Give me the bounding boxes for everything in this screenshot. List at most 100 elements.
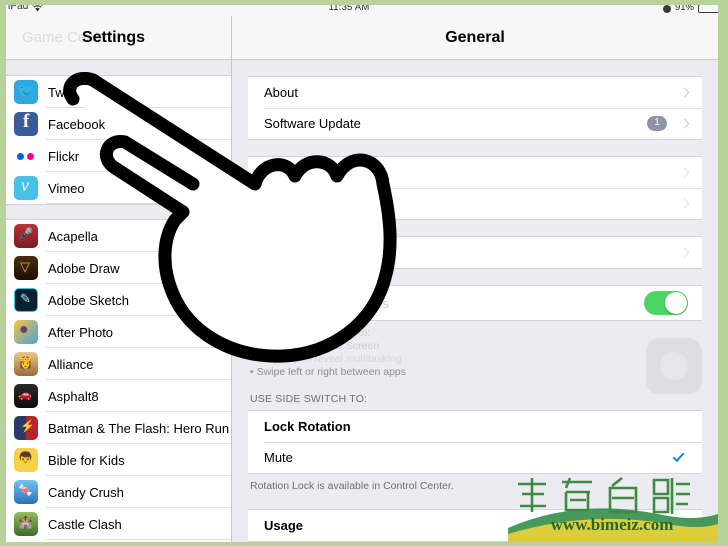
sidebar-title: Settings: [81, 29, 146, 46]
sidebar-item-label: Adobe Draw: [48, 260, 120, 276]
row-lock-rotation[interactable]: Lock Rotation: [248, 411, 702, 442]
bible-for-kids-app-icon: [14, 448, 38, 472]
asphalt8-app-icon: [14, 384, 38, 408]
sidebar-item-label: Candy Crush: [48, 484, 124, 500]
row-label: Siri: [264, 165, 283, 180]
sidebar-group-gap: [6, 204, 231, 220]
sidebar-item-flickr[interactable]: Flickr: [6, 140, 231, 172]
batman-flash-app-icon: [14, 416, 38, 440]
accessibility-group: Accessibility: [248, 236, 702, 269]
sidebar-item-label: Adobe Sketch: [48, 292, 129, 308]
side-switch-group: Lock Rotation Mute: [248, 410, 702, 474]
checkmark-icon: [672, 449, 685, 463]
sidebar-item-twitter[interactable]: Twitter: [6, 76, 231, 108]
sidebar-item-label: Acapella: [48, 228, 98, 244]
sidebar-item-vimeo[interactable]: Vimeo: [6, 172, 231, 204]
row-accessibility[interactable]: Accessibility: [248, 237, 702, 268]
chevron-right-icon: [679, 87, 690, 98]
twitter-icon: [14, 80, 38, 104]
row-siri[interactable]: Siri: [248, 157, 702, 188]
castle-clash-app-icon: [14, 512, 38, 536]
side-switch-footer: Rotation Lock is available in Control Ce…: [250, 480, 454, 492]
chevron-right-icon: [679, 118, 690, 129]
multitasking-group: Multitasking Gestures: [248, 285, 702, 321]
adobe-draw-app-icon: [14, 256, 38, 280]
sidebar-item-adobe-draw[interactable]: Adobe Draw: [6, 252, 231, 284]
footer-line: • Swipe left or right between apps: [250, 366, 407, 378]
candy-crush-app-icon: [14, 480, 38, 504]
sidebar-item-label: Bible for Kids: [48, 452, 125, 468]
status-badge: 1: [647, 116, 667, 131]
chevron-right-icon: [679, 167, 690, 178]
page-title: General: [445, 29, 505, 46]
acapella-app-icon: [14, 224, 38, 248]
battery-icon: [698, 4, 722, 13]
sidebar-item-bible-for-kids[interactable]: Bible for Kids: [6, 444, 231, 476]
alarm-clock-icon: [662, 4, 671, 13]
sidebar-item-candy-crush[interactable]: Candy Crush: [6, 476, 231, 508]
sidebar-item-label: After Photo: [48, 324, 114, 340]
row-label: Lock Rotation: [264, 419, 351, 434]
sidebar-item-castle-clash[interactable]: Castle Clash: [6, 508, 231, 540]
row-label: About: [264, 85, 298, 100]
row-mute[interactable]: Mute: [248, 442, 702, 473]
row-spotlight-search[interactable]: Spotlight Search: [248, 188, 702, 219]
sidebar-item-asphalt8[interactable]: Asphalt8: [6, 380, 231, 412]
alliance-app-icon: [14, 352, 38, 376]
row-label: Accessibility: [264, 245, 335, 260]
general-detail-pane: General About Software Update 1 Siri Spo…: [232, 16, 718, 546]
sidebar-item-label: Twitter: [48, 84, 87, 100]
row-usage[interactable]: Usage: [248, 510, 702, 541]
frame-left: [0, 0, 6, 546]
footer-line: Use four or five fingers to:: [250, 327, 371, 339]
adobe-sketch-app-icon: [14, 288, 38, 312]
row-multitasking-gestures[interactable]: Multitasking Gestures: [248, 286, 702, 320]
frame-right: [718, 0, 728, 546]
ipad-settings-screen: Game Center Settings Twitter Facebook Fl…: [0, 0, 728, 546]
detail-navbar: General: [232, 16, 718, 60]
frame-top: [0, 0, 728, 5]
sidebar-item-batman-flash[interactable]: Batman & The Flash: Hero Run: [6, 412, 231, 444]
settings-sidebar: Game Center Settings Twitter Facebook Fl…: [6, 16, 232, 546]
multitasking-gestures-toggle[interactable]: [644, 291, 688, 315]
row-label: Usage: [264, 518, 304, 533]
sidebar-item-label: Alliance: [48, 356, 94, 372]
footer-line: • Swipe up to reveal multitasking: [250, 353, 402, 365]
row-label: Software Update: [264, 116, 361, 131]
sidebar-navbar: Game Center Settings: [6, 16, 231, 60]
vimeo-icon: [14, 176, 38, 200]
chevron-right-icon: [679, 198, 690, 209]
sidebar-item-after-photo[interactable]: After Photo: [6, 316, 231, 348]
row-software-update[interactable]: Software Update 1: [248, 108, 702, 139]
sidebar-item-label: Vimeo: [48, 180, 85, 196]
row-about[interactable]: About: [248, 77, 702, 108]
sidebar-item-alliance[interactable]: Alliance: [6, 348, 231, 380]
after-photo-app-icon: [14, 320, 38, 344]
facebook-icon: [14, 112, 38, 136]
sidebar-item-label: Batman & The Flash: Hero Run: [48, 420, 230, 436]
sidebar-item-facebook[interactable]: Facebook: [6, 108, 231, 140]
flickr-icon: [14, 144, 38, 168]
ghost-app-icon: [646, 338, 702, 394]
about-update-group: About Software Update 1: [248, 76, 702, 140]
chevron-right-icon: [679, 247, 690, 258]
sidebar-group-gap: [6, 60, 231, 76]
frame-bottom: [0, 542, 728, 546]
footer-line: • Pinch to the Home Screen: [250, 340, 380, 352]
sidebar-item-adobe-sketch[interactable]: Adobe Sketch: [6, 284, 231, 316]
usage-group: Usage: [248, 509, 702, 542]
sidebar-item-label: Flickr: [48, 148, 80, 164]
sidebar-list: Twitter Facebook Flickr Vimeo Acapella: [6, 60, 231, 546]
siri-spotlight-group: Siri Spotlight Search: [248, 156, 702, 220]
sidebar-item-label: Castle Clash: [48, 516, 122, 532]
sidebar-item-acapella[interactable]: Acapella: [6, 220, 231, 252]
row-label: Spotlight Search: [264, 196, 360, 211]
sidebar-item-label: Facebook: [48, 116, 106, 132]
side-switch-header: USE SIDE SWITCH TO:: [250, 393, 368, 405]
sidebar-item-label: Asphalt8: [48, 388, 99, 404]
row-label: Multitasking Gestures: [264, 295, 389, 311]
